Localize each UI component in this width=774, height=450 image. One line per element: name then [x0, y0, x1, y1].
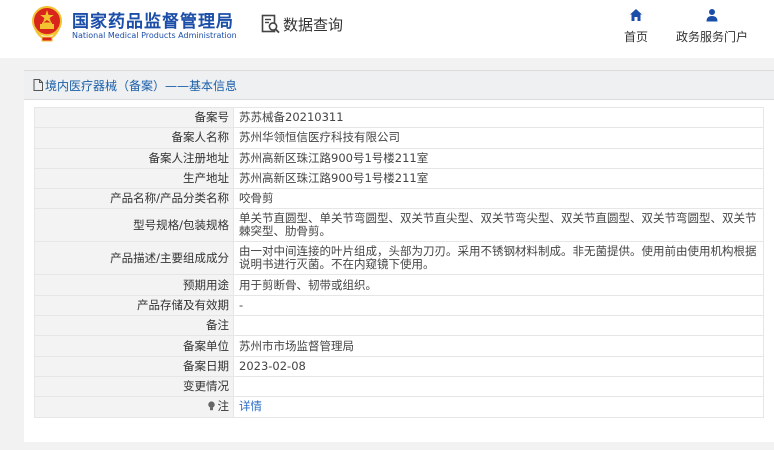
field-value: 苏州高新区珠江路900号1号楼211室 — [233, 167, 764, 190]
field-label: 备注 — [34, 315, 234, 337]
table-row: 产品名称/产品分类名称 咬骨剪 — [34, 188, 764, 210]
panel-title: 境内医疗器械（备案）——基本信息 — [45, 78, 238, 93]
table-row: 备案日期 2023-02-08 — [34, 355, 764, 377]
site-subtitle: National Medical Products Administration — [72, 31, 237, 40]
field-label: 变更情况 — [34, 375, 234, 398]
basic-info-table: 备案号 苏苏械备20210311 备案人名称 苏州华领恒信医疗科技有限公司 备案… — [34, 106, 764, 418]
data-query-link[interactable]: 数据查询 — [261, 13, 343, 35]
table-row: 备注 — [34, 315, 764, 337]
lightbulb-icon — [207, 401, 215, 411]
note-label-cell: 注 — [34, 396, 234, 418]
field-value: - — [233, 294, 764, 317]
field-label: 生产地址 — [34, 167, 234, 190]
field-value: 苏州市市场监督管理局 — [233, 335, 764, 357]
field-label: 预期用途 — [34, 274, 234, 296]
table-row: 变更情况 — [34, 375, 764, 398]
field-label: 备案单位 — [34, 335, 234, 357]
panel-header: 境内医疗器械（备案）——基本信息 — [24, 70, 774, 100]
note-label: 注 — [217, 399, 230, 414]
national-emblem-icon — [32, 6, 62, 42]
field-label: 备案人注册地址 — [34, 147, 234, 169]
field-label: 备案号 — [34, 106, 234, 129]
table-row: 生产地址 苏州高新区珠江路900号1号楼211室 — [34, 167, 764, 190]
nav-home[interactable]: 首页 — [620, 8, 652, 45]
table-row: 注 详情 — [34, 396, 764, 418]
field-label: 备案人名称 — [34, 127, 234, 149]
field-value: 咬骨剪 — [233, 188, 764, 210]
table-row: 型号规格/包装规格 单关节直圆型、单关节弯圆型、双关节直尖型、双关节弯尖型、双关… — [34, 208, 764, 243]
data-query-label: 数据查询 — [283, 15, 344, 34]
detail-panel: 境内医疗器械（备案）——基本信息 备案号 苏苏械备20210311 备案人名称 … — [24, 70, 774, 442]
field-value: 苏州高新区珠江路900号1号楼211室 — [233, 147, 764, 169]
table-row: 产品存储及有效期 - — [34, 294, 764, 317]
nav-service-portal-label: 政务服务门户 — [675, 30, 748, 44]
site-title[interactable]: 国家药品监督管理局 — [72, 7, 234, 32]
field-label: 备案日期 — [34, 355, 234, 377]
field-label: 型号规格/包装规格 — [34, 208, 234, 243]
field-label: 产品描述/主要组成成分 — [34, 241, 234, 276]
table-row: 产品描述/主要组成成分 由一对中间连接的叶片组成，头部为刀刃。采用不锈钢材料制成… — [34, 241, 764, 276]
table-row: 备案人注册地址 苏州高新区珠江路900号1号楼211室 — [34, 147, 764, 169]
field-value — [233, 375, 764, 398]
field-value: 苏州华领恒信医疗科技有限公司 — [233, 127, 764, 149]
site-header: 国家药品监督管理局 National Medical Products Admi… — [0, 0, 774, 58]
search-document-icon — [261, 14, 280, 34]
home-icon — [630, 9, 642, 21]
note-value-cell: 详情 — [233, 396, 764, 418]
field-value: 单关节直圆型、单关节弯圆型、双关节直尖型、双关节弯尖型、双关节直圆型、双关节弯圆… — [233, 208, 764, 243]
field-label: 产品存储及有效期 — [34, 294, 234, 317]
details-link[interactable]: 详情 — [239, 399, 262, 413]
field-label: 产品名称/产品分类名称 — [34, 188, 234, 210]
user-icon — [706, 9, 718, 22]
field-value: 苏苏械备20210311 — [233, 106, 764, 129]
field-value: 用于剪断骨、韧带或组织。 — [233, 274, 764, 296]
field-value — [233, 315, 764, 337]
table-row: 备案人名称 苏州华领恒信医疗科技有限公司 — [34, 127, 764, 149]
table-row: 备案单位 苏州市市场监督管理局 — [34, 335, 764, 357]
nav-service-portal[interactable]: 政务服务门户 — [672, 8, 752, 45]
field-value: 2023-02-08 — [233, 355, 764, 377]
table-row: 预期用途 用于剪断骨、韧带或组织。 — [34, 274, 764, 296]
field-value: 由一对中间连接的叶片组成，头部为刀刃。采用不锈钢材料制成。非无菌提供。使用前由使… — [233, 241, 764, 276]
nav-home-label: 首页 — [623, 30, 648, 44]
document-icon — [33, 79, 43, 91]
table-row: 备案号 苏苏械备20210311 — [34, 106, 764, 129]
